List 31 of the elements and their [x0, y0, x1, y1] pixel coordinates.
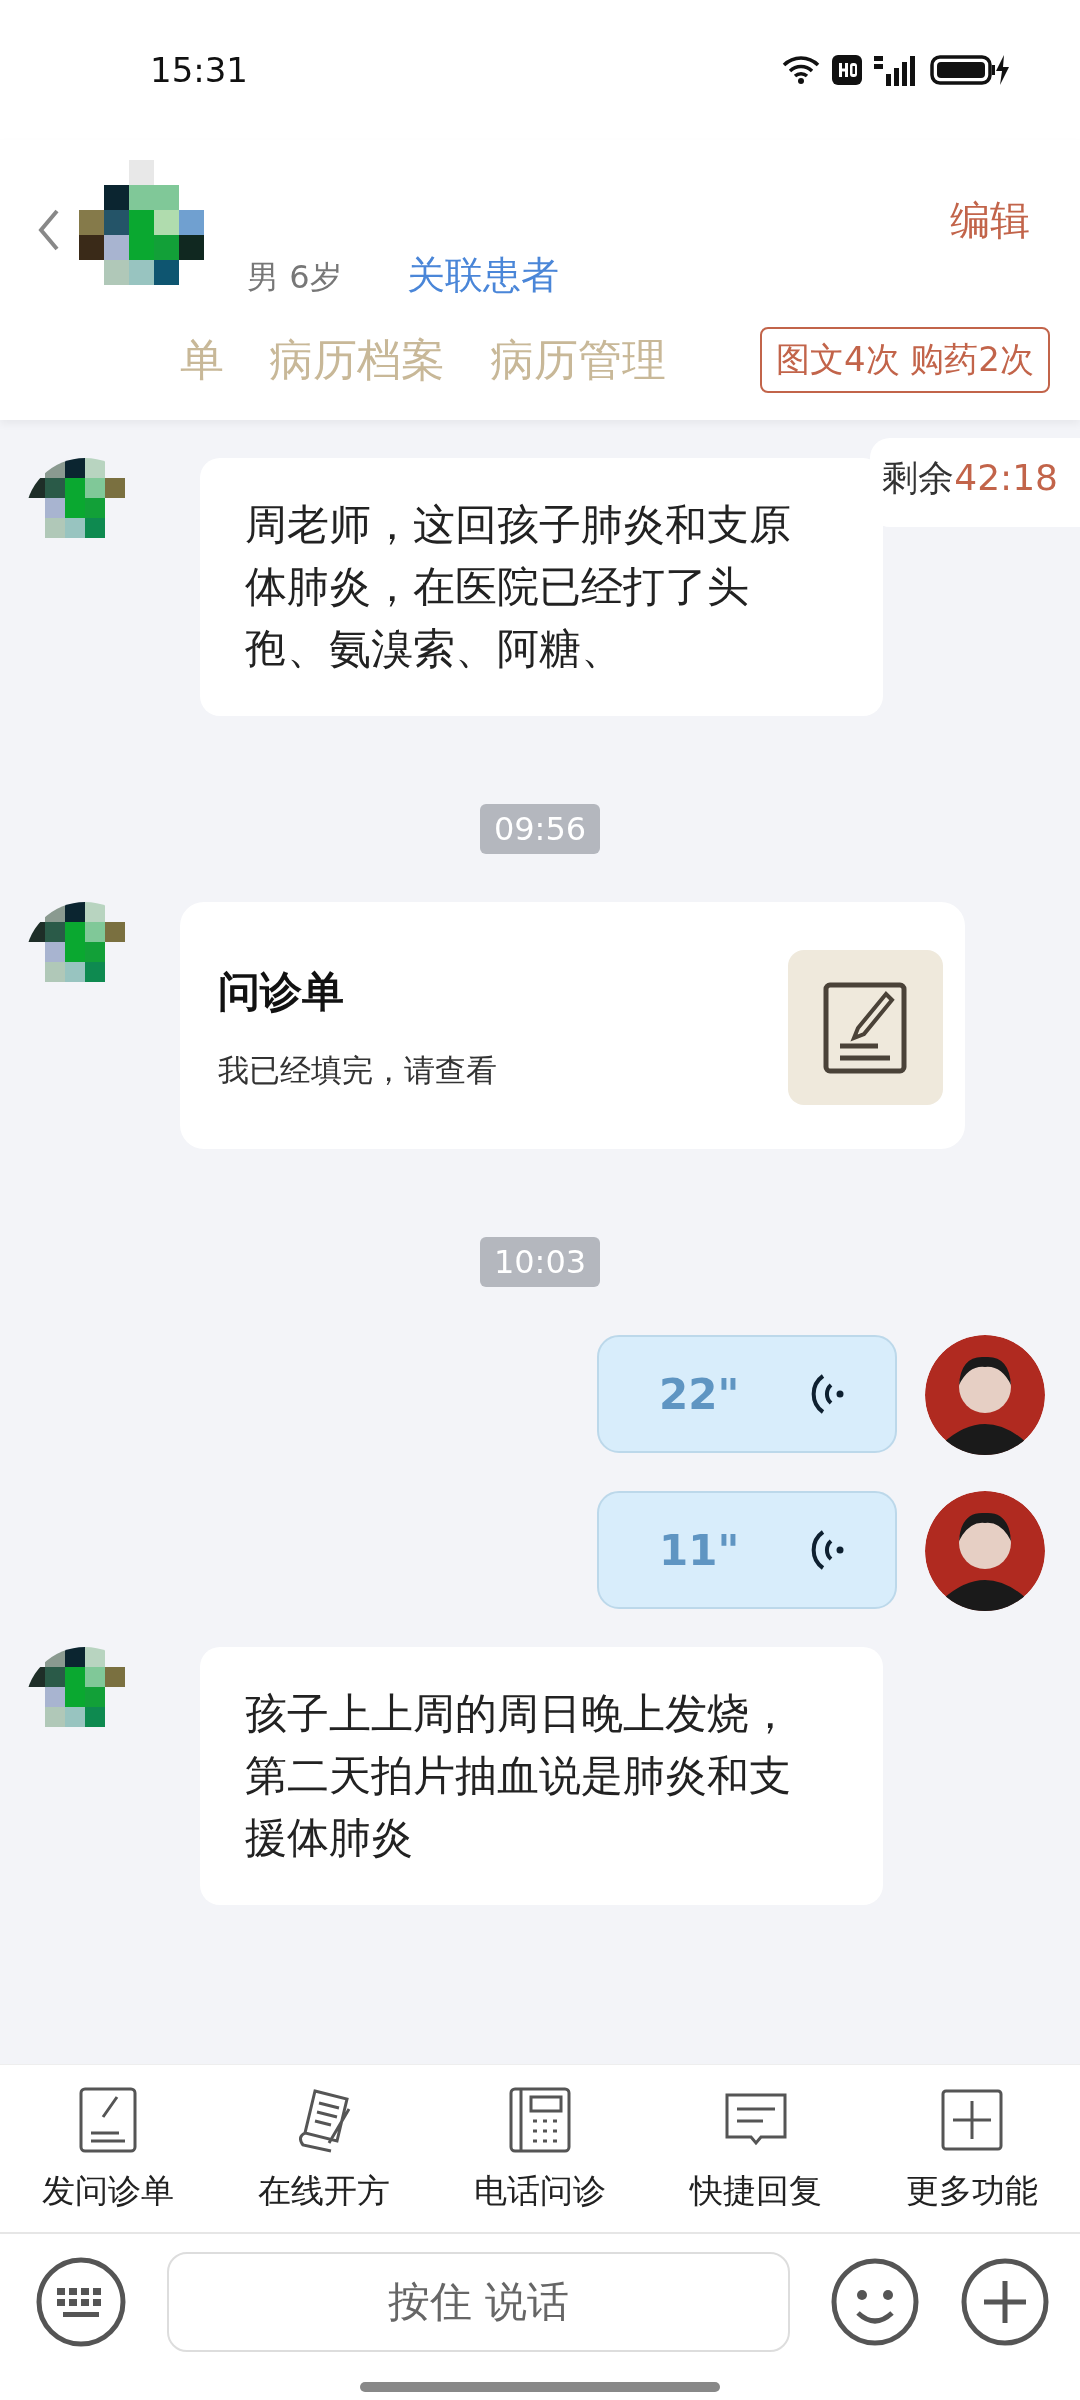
signal-icon	[874, 54, 918, 86]
gender-age: 男 6岁	[247, 256, 342, 298]
form-card[interactable]: 问诊单 我已经填完，请查看	[180, 902, 965, 1149]
toolbar-item[interactable]: 快捷回复	[690, 2085, 822, 2214]
doctor-avatar-icon	[925, 1491, 1045, 1611]
toolbar-item[interactable]: 电话问诊	[474, 2085, 606, 2214]
edit-button[interactable]: 编辑	[950, 192, 1030, 248]
message-bubble: 周老师，这回孩子肺炎和支原体肺炎，在医院已经打了头孢、氨溴索、阿糖、	[200, 458, 883, 716]
hd-icon	[832, 55, 862, 85]
message-bubble: 孩子上上周的周日晚上发烧，第二天拍片抽血说是肺炎和支援体肺炎	[200, 1647, 883, 1905]
doctor-avatar-icon	[925, 1335, 1045, 1455]
link-patient-link[interactable]: 关联患者	[406, 249, 559, 301]
sound-wave-icon	[811, 1528, 845, 1572]
form-subtitle: 我已经填完，请查看	[218, 1050, 498, 1090]
toolbar-item[interactable]: 在线开方	[258, 2085, 390, 2214]
form-title: 问诊单	[218, 965, 345, 1018]
timestamp: 09:56	[479, 804, 601, 854]
remaining-time-badge: 剩余42:18	[870, 438, 1080, 527]
wifi-icon	[782, 55, 820, 85]
quota-badge: 图文4次 购药2次	[759, 327, 1050, 393]
keyboard-icon[interactable]	[35, 2256, 127, 2348]
status-time: 15:31	[150, 50, 248, 90]
emoji-icon[interactable]	[830, 2257, 920, 2347]
toolbar-item[interactable]: 发问诊单	[42, 2085, 174, 2214]
form-icon	[788, 950, 943, 1105]
timestamp: 10:03	[479, 1237, 601, 1287]
plus-icon[interactable]	[960, 2257, 1050, 2347]
hold-to-talk-button[interactable]: 按住 说话	[167, 2252, 790, 2352]
toolbar-item[interactable]: 更多功能	[906, 2085, 1038, 2214]
battery-icon	[930, 55, 1010, 85]
sound-wave-icon	[811, 1372, 845, 1416]
